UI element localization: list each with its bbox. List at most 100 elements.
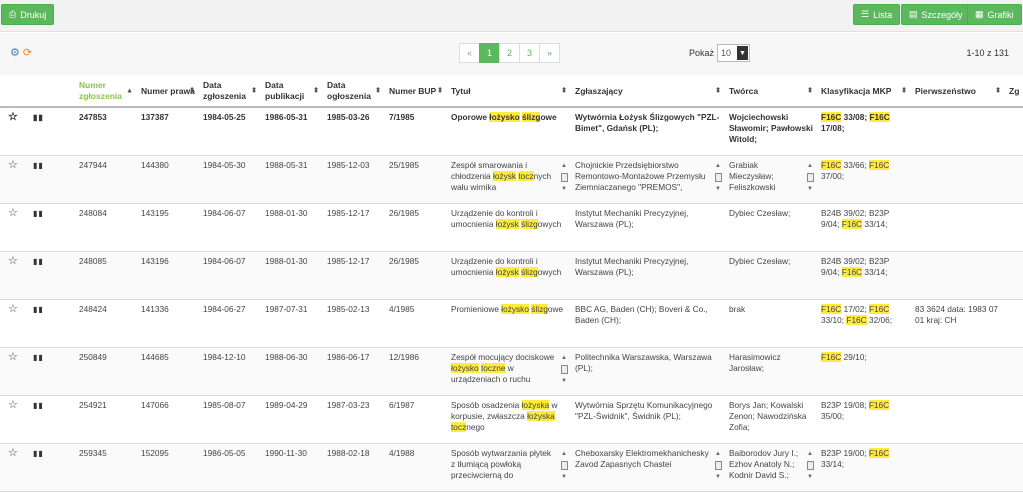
col-numer-prawa[interactable]: Numer prawa ⬍ [137, 76, 199, 108]
document-icons[interactable]: ▮▮ [33, 113, 44, 122]
chevron-up-icon[interactable]: ▲ [715, 161, 721, 172]
chevron-up-icon[interactable]: ▲ [561, 161, 567, 172]
charts-view-button[interactable]: ▦ Grafiki [967, 4, 1022, 25]
cell-tworca: Borys Jan; Kowalski Zenon; Nawodzińska Z… [725, 395, 817, 444]
pager-page-1[interactable]: 1 [479, 43, 500, 63]
table-row[interactable]: ☆ ▮▮ 247944 144380 1984-05-30 1988-05-31 1985-… [0, 155, 1023, 204]
col-data-zgloszenia[interactable]: Data zgłoszenia ⬍ [199, 76, 261, 108]
cell-scrollbar[interactable]: ▲ ▼ [806, 449, 814, 483]
details-view-button[interactable]: ▤ Szczegóły [901, 4, 971, 25]
cell-scrollbar[interactable]: ▲ ▼ [714, 161, 722, 195]
cell-numer-prawa: 143195 [137, 203, 199, 252]
document-icons[interactable]: ▮▮ [33, 257, 44, 266]
text-segment: 17/02; [841, 303, 869, 314]
cell-scrollbar[interactable]: ▲ ▼ [806, 161, 814, 195]
star-icon[interactable]: ☆ [4, 447, 18, 459]
col-data-ogloszenia[interactable]: Data ogłoszenia ⬍ [323, 76, 385, 108]
star-icon[interactable]: ☆ [4, 255, 18, 267]
star-icon[interactable]: ☆ [4, 111, 18, 123]
chevron-up-icon[interactable]: ▲ [807, 161, 813, 172]
star-icon[interactable]: ☆ [4, 303, 18, 315]
chevron-up-icon[interactable]: ▲ [561, 353, 567, 364]
chevron-down-icon[interactable]: ▼ [561, 184, 567, 195]
cell-tworca: Dybiec Czesław; [725, 251, 817, 300]
table-row[interactable]: ☆ ▮▮ 248084 143195 1984-06-07 1988-01-30 1985-… [0, 203, 1023, 252]
cell-pierwszenstwo [911, 347, 1005, 396]
cell-scrollbar[interactable]: ▲ ▼ [714, 449, 722, 483]
chevron-down-icon[interactable]: ▼ [807, 472, 813, 483]
scroll-thumb[interactable] [560, 173, 568, 182]
document-icons[interactable]: ▮▮ [33, 353, 44, 362]
cell-zg [1005, 347, 1023, 396]
results-table: Numer zgłoszenia ▲ Numer prawa ⬍ Data zgło… [0, 76, 1023, 492]
col-zg[interactable]: Zg [1005, 76, 1023, 108]
cell-scrollbar[interactable]: ▲ ▼ [560, 161, 568, 195]
star-icon[interactable]: ☆ [4, 399, 18, 411]
table-row[interactable]: ☆ ▮▮ 254921 147066 1985-08-07 1989-04-29 1987-… [0, 395, 1023, 444]
cell-pierwszenstwo [911, 107, 1005, 156]
document-icons[interactable]: ▮▮ [33, 305, 44, 314]
chevron-up-icon[interactable]: ▲ [561, 449, 567, 460]
sort-icon: ⬍ [375, 87, 381, 95]
chevron-down-icon[interactable]: ▼ [715, 472, 721, 483]
col-tworca[interactable]: Twórca ⬍ [725, 76, 817, 108]
chevron-up-icon[interactable]: ▲ [807, 449, 813, 460]
star-icon[interactable]: ☆ [4, 207, 18, 219]
chevron-down-icon[interactable]: ▼ [807, 184, 813, 195]
document-icons[interactable]: ▮▮ [33, 449, 44, 458]
cell-data-ogloszenia: 1986-06-17 [323, 347, 385, 396]
col-pierwszenstwo[interactable]: Pierwszeństwo ⬍ [911, 76, 1005, 108]
pager-page-2[interactable]: 2 [499, 43, 520, 63]
text-segment: 35/00; [821, 410, 845, 421]
document-icons[interactable]: ▮▮ [33, 209, 44, 218]
document-icons[interactable]: ▮▮ [33, 161, 44, 170]
col-tytul[interactable]: Tytuł ⬍ [447, 76, 571, 108]
table-row[interactable]: ☆ ▮▮ 259345 152095 1986-05-05 1990-11-30 1988-… [0, 443, 1023, 492]
sort-icon: ⬍ [251, 87, 257, 95]
cell-scrollbar[interactable]: ▲ ▼ [560, 353, 568, 387]
search-highlight: ślizg [521, 218, 538, 229]
page-size-select[interactable]: 10 ▼ [717, 44, 750, 62]
scroll-thumb[interactable] [560, 461, 568, 470]
print-button[interactable]: ⎙ Drukuj [1, 4, 55, 25]
chevron-down-icon[interactable]: ▼ [561, 472, 567, 483]
document-icons[interactable]: ▮▮ [33, 401, 44, 410]
pager-next-button[interactable]: » [539, 43, 560, 63]
col-numer-bup[interactable]: Numer BUP ⬍ [385, 76, 447, 108]
cell-numer-zgloszenia: 248085 [75, 251, 137, 300]
table-row[interactable]: ☆ ▮▮ 248085 143196 1984-06-07 1988-01-30 1985-… [0, 251, 1023, 300]
sort-icon: ⬍ [437, 87, 443, 95]
cell-data-zgloszenia: 1984-06-07 [199, 251, 261, 300]
scroll-thumb[interactable] [560, 365, 568, 374]
col-zglaszajacy[interactable]: Zgłaszający ⬍ [571, 76, 725, 108]
cell-zg [1005, 107, 1023, 156]
table-row[interactable]: ☆ ▮▮ 248424 141336 1984-06-27 1987-07-31 1985-… [0, 299, 1023, 348]
cell-scrollbar[interactable]: ▲ ▼ [560, 449, 568, 483]
cell-pierwszenstwo [911, 395, 1005, 444]
chevron-down-icon[interactable]: ▼ [561, 376, 567, 387]
sort-icon: ⬍ [901, 87, 907, 95]
table-row[interactable]: ☆ ▮▮ 250849 144685 1984-12-10 1988-06-30 1986-… [0, 347, 1023, 396]
col-klasyfikacja[interactable]: Klasyfikacja MKP ⬍ [817, 76, 911, 108]
cell-tworca: Wojciechowski Sławomir; Pawłowski Witold… [725, 107, 817, 156]
scroll-thumb[interactable] [714, 173, 722, 182]
pager-page-3[interactable]: 3 [519, 43, 540, 63]
star-icon[interactable]: ☆ [4, 159, 18, 171]
settings-gear-icon[interactable]: ⚙ [10, 46, 20, 59]
pager-prev-button[interactable]: « [459, 43, 480, 63]
cell-numer-zgloszenia: 247853 [75, 107, 137, 156]
scroll-thumb[interactable] [806, 461, 814, 470]
cell-zglaszajacy: BBC AG, Baden (CH); Boveri & Co., Baden … [571, 299, 725, 348]
scroll-thumb[interactable] [714, 461, 722, 470]
list-view-button[interactable]: ☰ Lista [853, 4, 901, 25]
chevron-down-icon[interactable]: ▼ [715, 184, 721, 195]
cell-tworca: brak [725, 299, 817, 348]
scroll-thumb[interactable] [806, 173, 814, 182]
chevron-up-icon[interactable]: ▲ [715, 449, 721, 460]
refresh-icon[interactable]: ⟳ [23, 46, 32, 59]
star-icon[interactable]: ☆ [4, 351, 18, 363]
search-highlight: łożysko [451, 362, 479, 373]
col-data-publikacji[interactable]: Data publikacji ⬍ [261, 76, 323, 108]
table-row[interactable]: ☆ ▮▮ 247853 137387 1984-05-25 1986-05-31 1985-… [0, 107, 1023, 156]
col-numer-zgloszenia[interactable]: Numer zgłoszenia ▲ [75, 76, 137, 108]
